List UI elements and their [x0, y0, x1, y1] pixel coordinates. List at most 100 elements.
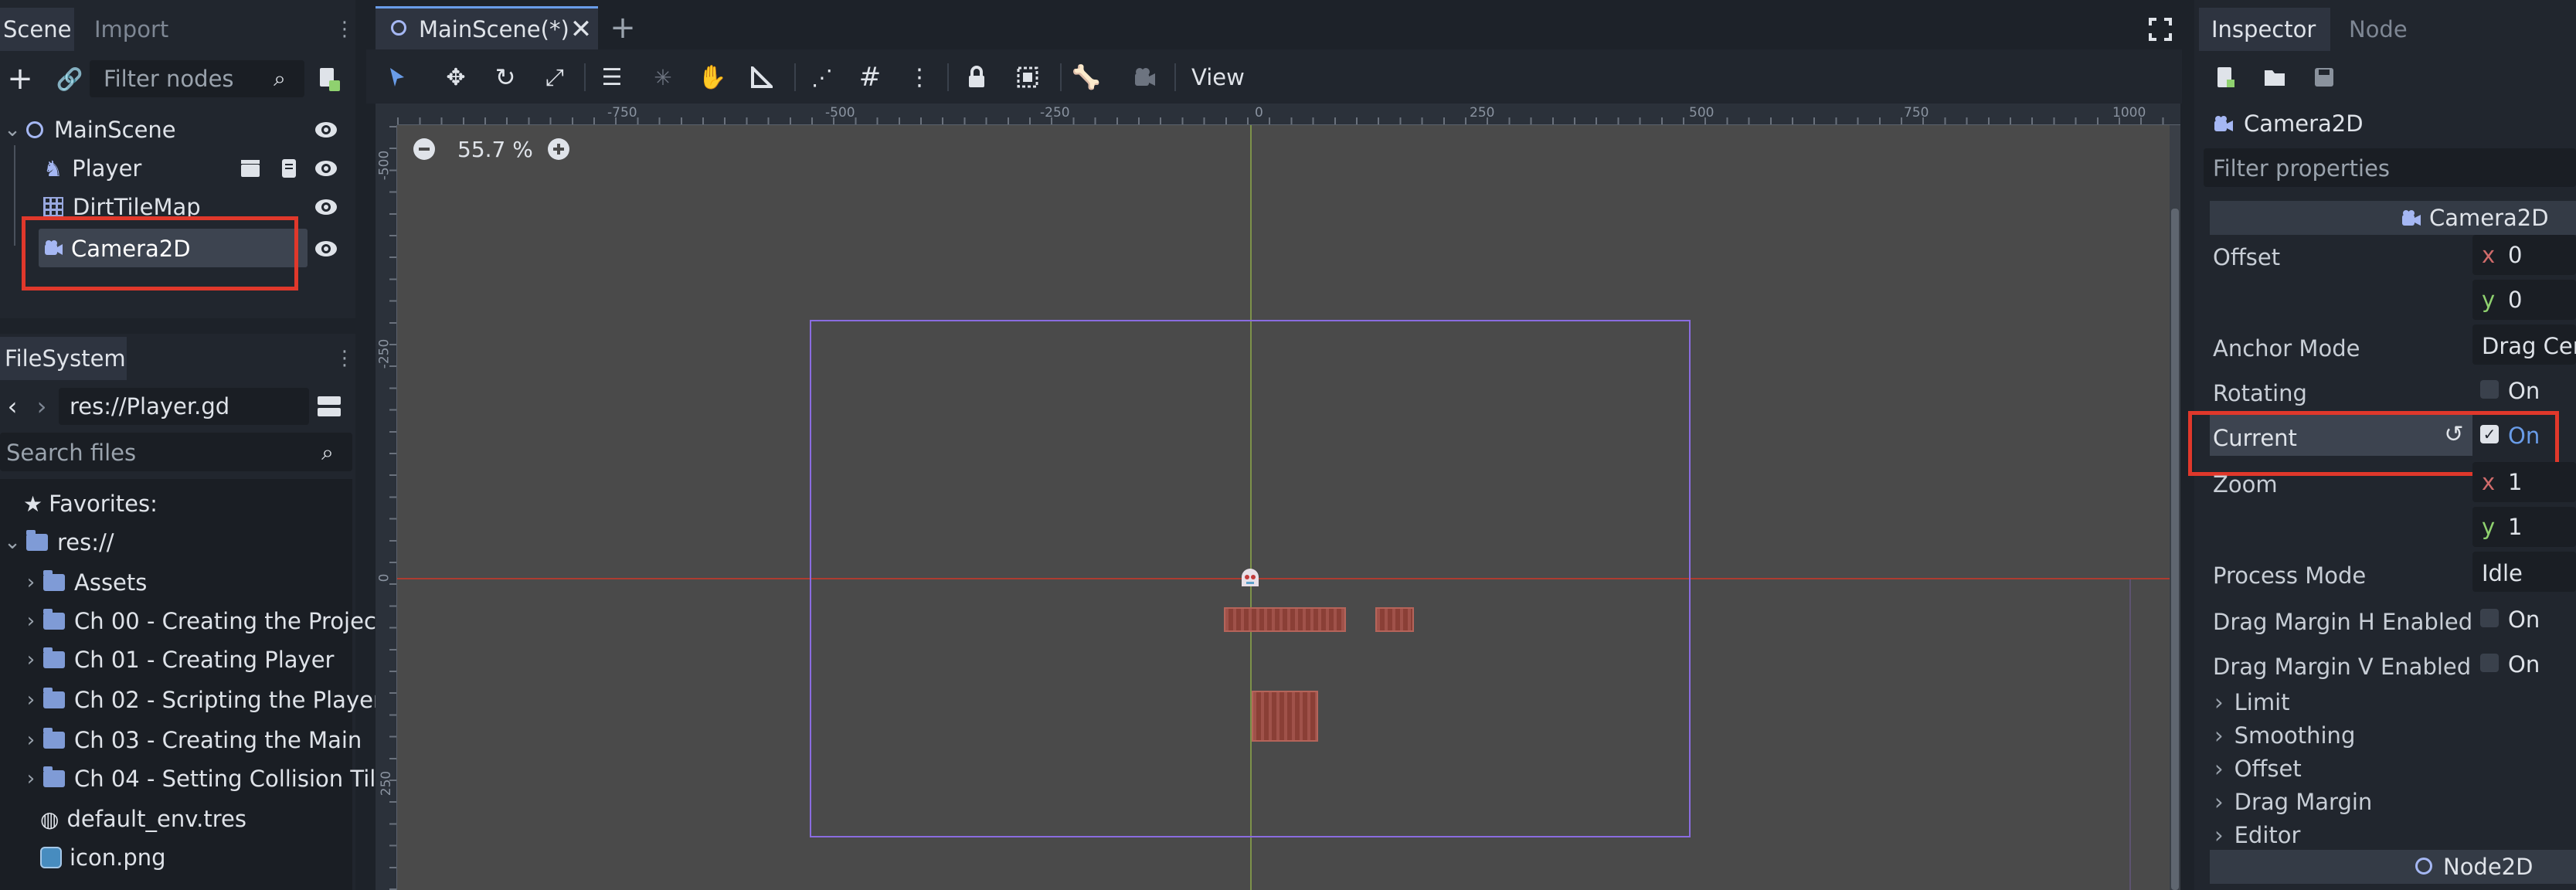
search-icon: ⌕ — [274, 66, 286, 91]
forward-arrow-icon[interactable]: › — [31, 391, 53, 422]
drag-margin-v-checkbox[interactable] — [2480, 654, 2499, 672]
link-icon[interactable]: 🔗 — [54, 63, 85, 94]
visibility-eye-icon[interactable] — [312, 235, 340, 263]
visibility-eye-icon[interactable] — [312, 193, 340, 221]
file-item-label: Ch 02 - Scripting the Player — [74, 687, 382, 713]
favorites-row[interactable]: ★ Favorites: — [0, 485, 158, 522]
file-item[interactable]: icon.png — [0, 839, 166, 876]
chevron-down-icon[interactable]: ⌄ — [3, 118, 22, 141]
bone-icon[interactable]: 🦴 — [1071, 62, 1102, 93]
group-limit[interactable]: › Limit — [2214, 689, 2290, 715]
group-smoothing[interactable]: › Smoothing — [2214, 722, 2355, 749]
drag-margin-h-checkbox[interactable] — [2480, 609, 2499, 627]
drag-margin-v-value: On — [2508, 651, 2540, 678]
instance-scene-icon[interactable] — [314, 63, 345, 94]
file-item-label: Ch 03 - Creating the Main — [74, 727, 362, 753]
folder-icon — [43, 647, 65, 668]
zoom-out-icon[interactable] — [411, 136, 437, 162]
back-arrow-icon[interactable]: ‹ — [2, 391, 23, 422]
camera-override-icon[interactable] — [1130, 62, 1161, 93]
folder-icon — [43, 609, 65, 630]
file-item[interactable]: › Ch 03 - Creating the Main — [0, 722, 362, 759]
select-tool-icon[interactable] — [382, 62, 413, 93]
canvas-scrollbar-grabber[interactable] — [2171, 209, 2179, 890]
save-icon[interactable] — [2309, 62, 2340, 93]
close-icon[interactable]: ✕ — [566, 14, 596, 45]
zoom-level[interactable]: 55.7 % — [457, 139, 533, 161]
camera-icon — [2210, 110, 2238, 138]
scale-tool-icon[interactable]: ⤢ — [539, 62, 570, 93]
grid-snap-icon[interactable]: # — [855, 62, 885, 93]
chevron-right-icon: › — [2214, 822, 2224, 848]
dock-menu-icon[interactable]: ⋮ — [335, 345, 355, 372]
fullscreen-icon[interactable] — [2145, 14, 2176, 45]
chevron-right-icon: › — [2214, 756, 2224, 782]
player-sprite-icon[interactable] — [1235, 564, 1266, 595]
tab-scene-label: Scene — [3, 16, 72, 42]
lock-icon[interactable] — [961, 62, 992, 93]
add-node-icon[interactable]: + — [5, 61, 36, 97]
scene-tabs-bar — [366, 0, 2182, 49]
dock-menu-icon[interactable]: ⋮ — [335, 15, 355, 43]
file-item-label: icon.png — [70, 844, 166, 871]
tree-row-mainscene[interactable]: ⌄ MainScene — [0, 111, 348, 148]
chevron-right-icon[interactable]: › — [22, 767, 40, 790]
ruler-label: -500 — [825, 105, 855, 121]
group-editor[interactable]: › Editor — [2214, 822, 2300, 848]
chevron-right-icon[interactable]: › — [22, 729, 40, 752]
split-view-icon[interactable] — [314, 391, 345, 422]
ruler-tool-icon[interactable] — [746, 62, 777, 93]
file-item-label: default_env.tres — [66, 806, 246, 832]
visibility-eye-icon[interactable] — [312, 116, 340, 144]
list-select-icon[interactable]: ☰ — [596, 62, 627, 93]
chevron-down-icon[interactable]: ⌄ — [3, 531, 22, 554]
rotate-tool-icon[interactable]: ↻ — [490, 62, 521, 93]
group-offset[interactable]: › Offset — [2214, 756, 2302, 782]
open-folder-icon[interactable] — [2259, 62, 2290, 93]
smart-snap-icon[interactable]: ⋰ — [807, 62, 838, 93]
res-root-row[interactable]: ⌄ res:// — [0, 524, 114, 561]
section-title-node2d: Node2D — [2443, 854, 2534, 880]
file-item[interactable]: ◍ default_env.tres — [0, 800, 246, 837]
canvas-toolbar — [366, 49, 2182, 104]
new-resource-icon[interactable] — [2210, 62, 2241, 93]
file-item[interactable]: › Ch 00 - Creating the Projec — [0, 603, 376, 640]
dirt-tile-block[interactable] — [1252, 691, 1318, 742]
visibility-eye-icon[interactable] — [312, 155, 340, 182]
file-item[interactable]: › Assets — [0, 564, 148, 601]
chevron-right-icon[interactable]: › — [22, 648, 40, 671]
rotating-checkbox[interactable] — [2480, 380, 2499, 399]
toolbar-divider — [584, 63, 586, 91]
property-label: Drag Margin V Enabled — [2213, 654, 2472, 680]
clapperboard-icon[interactable] — [236, 155, 264, 182]
tab-import[interactable]: Import — [94, 19, 168, 41]
favorites-label: Favorites: — [49, 491, 158, 517]
file-item-label: Ch 00 - Creating the Projec — [74, 608, 376, 634]
chevron-right-icon[interactable]: › — [22, 688, 40, 712]
script-icon[interactable] — [275, 155, 303, 182]
toolbar-divider — [794, 63, 796, 91]
snap-options-icon[interactable]: ⋮ — [904, 62, 935, 93]
add-tab-icon[interactable]: + — [607, 10, 638, 46]
move-tool-icon[interactable]: ✥ — [440, 62, 471, 93]
property-label: Process Mode — [2213, 562, 2367, 589]
ruler-label: 250 — [379, 770, 395, 797]
tab-node[interactable]: Node — [2349, 19, 2408, 41]
group-drag-margin[interactable]: › Drag Margin — [2214, 789, 2372, 815]
dirt-tile-platform[interactable] — [1224, 607, 1346, 632]
file-item[interactable]: › Ch 02 - Scripting the Player — [0, 681, 382, 718]
dirt-tile-platform[interactable] — [1375, 607, 1414, 632]
view-menu[interactable]: View — [1191, 66, 1245, 89]
tab-mainscene-label: MainScene(*) — [419, 16, 569, 42]
group-icon[interactable] — [1012, 62, 1043, 93]
group-label: Drag Margin — [2234, 789, 2373, 815]
chevron-right-icon[interactable]: › — [22, 610, 40, 633]
tree-label-player: Player — [72, 155, 142, 182]
file-item[interactable]: › Ch 01 - Creating Player — [0, 641, 335, 678]
chevron-right-icon[interactable]: › — [22, 571, 40, 594]
pan-tool-icon[interactable]: ✋ — [697, 62, 728, 93]
file-item[interactable]: › Ch 04 - Setting Collision Til — [0, 760, 376, 797]
section-title: Camera2D — [2429, 205, 2549, 231]
zoom-in-icon[interactable] — [545, 136, 572, 162]
pivot-tool-icon[interactable]: ✳ — [647, 62, 678, 93]
